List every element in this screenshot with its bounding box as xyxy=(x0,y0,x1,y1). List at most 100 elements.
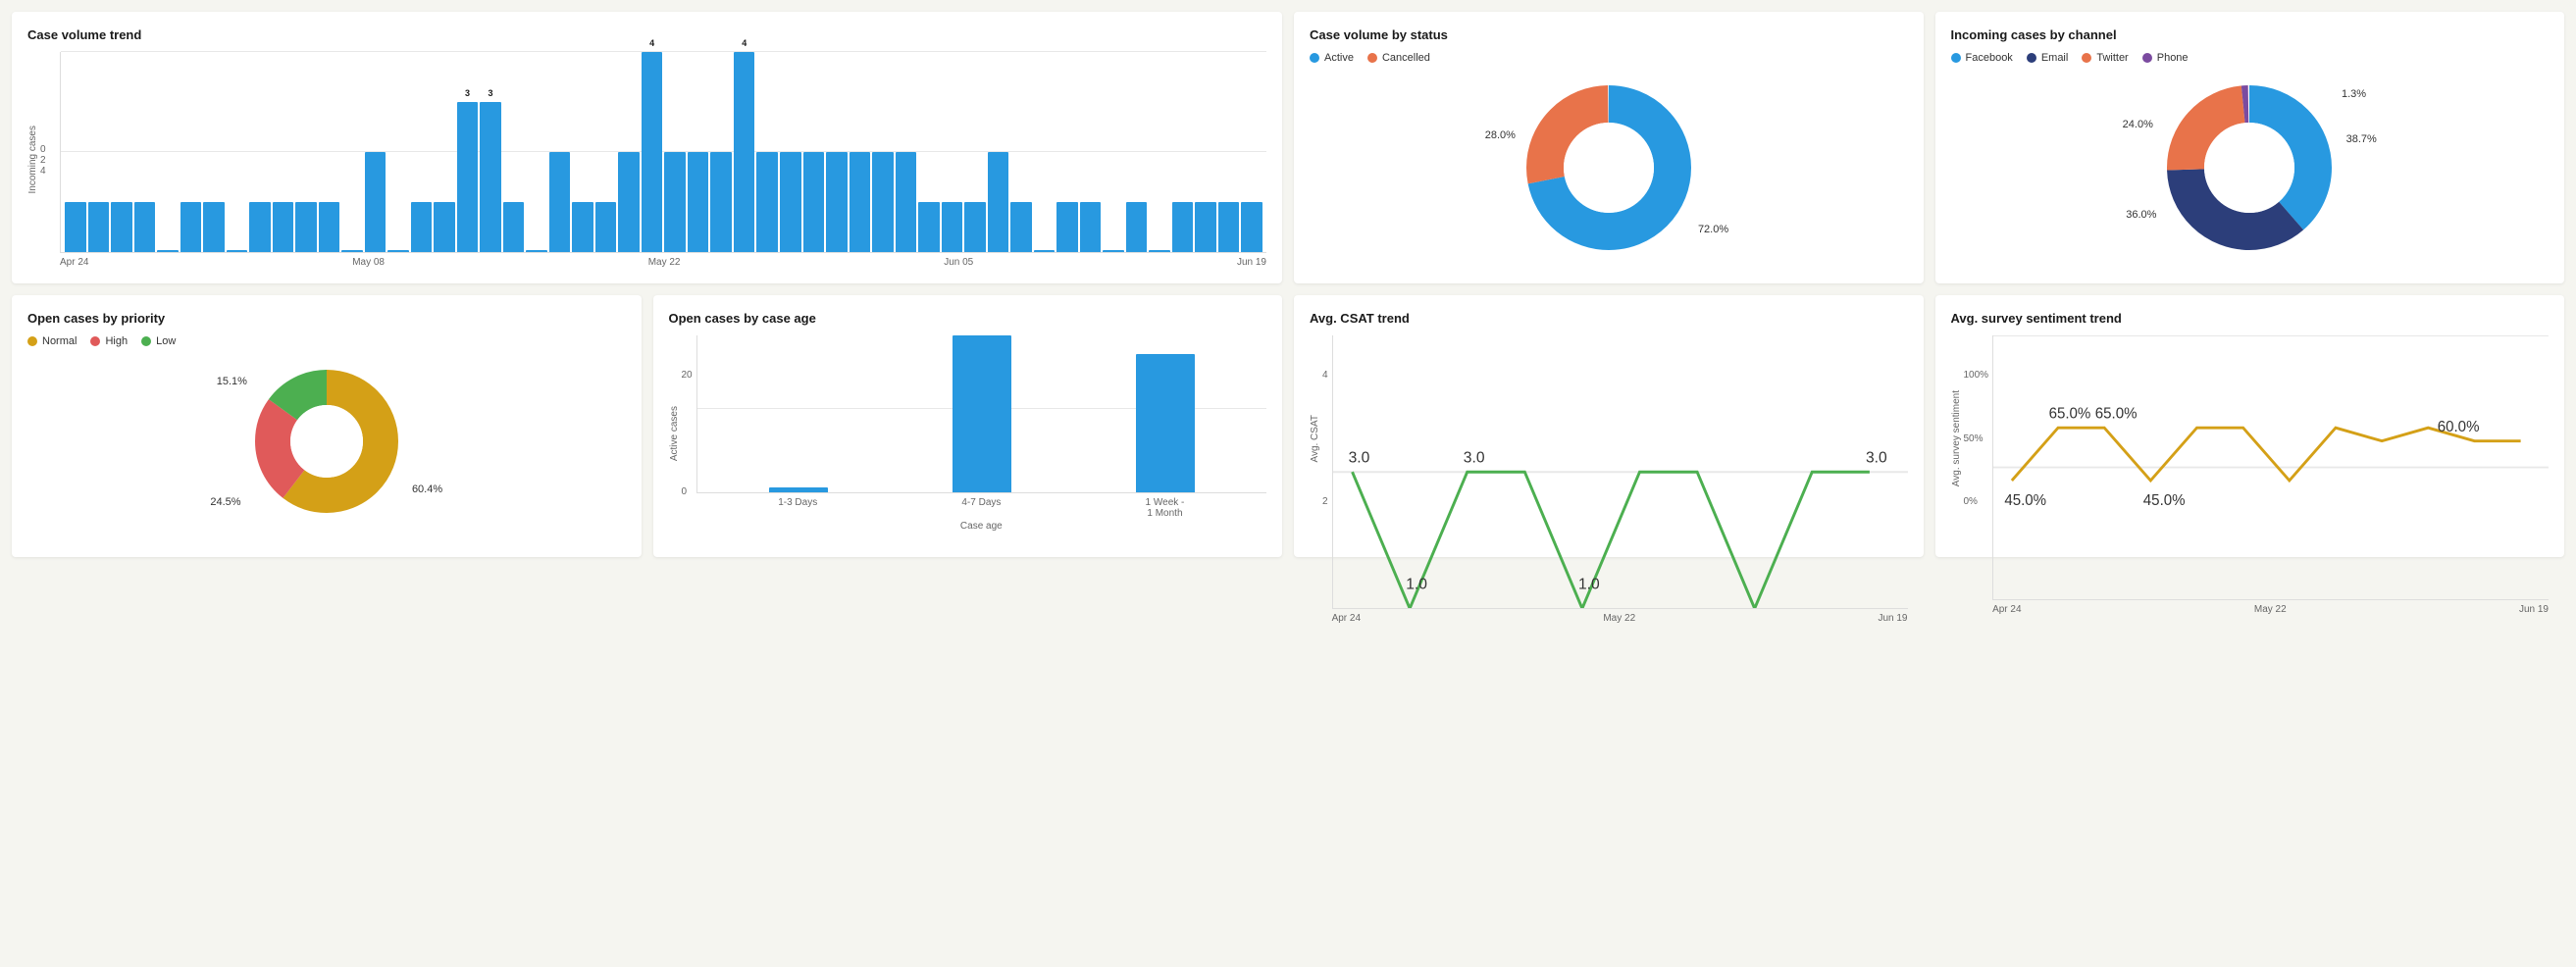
sentiment-y-axis: Avg. survey sentiment 0% 50% 100% xyxy=(1951,335,1993,541)
label-email-pct: 36.0% xyxy=(2126,209,2156,221)
volume-bar-35 xyxy=(872,152,894,252)
svg-text:3.0: 3.0 xyxy=(1348,449,1369,466)
status-donut-wrapper: 28.0% 72.0% xyxy=(1520,79,1697,261)
open-priority-card: Open cases by priority Normal High Low xyxy=(12,295,642,557)
volume-bar-19 xyxy=(503,202,525,252)
avg-csat-card: Avg. CSAT trend Avg. CSAT 2 4 xyxy=(1294,295,1924,557)
priority-donut-container: 15.1% 24.5% 60.4% xyxy=(27,355,626,532)
volume-bar-0 xyxy=(65,202,86,252)
channel-legend: Facebook Email Twitter Phone xyxy=(1951,52,2550,64)
legend-twitter: Twitter xyxy=(2082,52,2128,64)
volume-bar-40 xyxy=(988,152,1009,252)
priority-donut-svg xyxy=(248,363,405,520)
volume-bar-48 xyxy=(1172,202,1194,252)
volume-bar-38 xyxy=(942,202,963,252)
volume-bar-32 xyxy=(803,152,825,252)
sentiment-y-labels: 0% 50% 100% xyxy=(1964,370,1993,507)
legend-active: Active xyxy=(1310,52,1354,64)
label-cancelled-pct: 28.0% xyxy=(1485,129,1516,141)
legend-dot-email xyxy=(2027,53,2036,63)
status-legend: Active Cancelled xyxy=(1310,52,1908,64)
volume-bar-12 xyxy=(341,250,363,252)
dashboard: Case volume trend Incoming cases 4 2 0 3… xyxy=(12,12,2564,557)
status-donut-svg xyxy=(1520,79,1697,256)
volume-bar-28 xyxy=(710,152,732,252)
volume-bar-49 xyxy=(1195,202,1216,252)
volume-bar-29: 4 xyxy=(734,52,755,252)
csat-y-axis: Avg. CSAT 2 4 xyxy=(1310,335,1332,541)
svg-text:3.0: 3.0 xyxy=(1866,449,1887,466)
y-axis-title-age: Active cases xyxy=(669,406,680,461)
donut-hole-channel xyxy=(2204,123,2294,213)
case-volume-trend-title: Case volume trend xyxy=(27,27,1266,42)
volume-bar-31 xyxy=(780,152,801,252)
csat-chart-body: 3.0 1.0 3.0 1.0 3.0 Apr 24 May 22 Jun 19 xyxy=(1332,335,1908,541)
volume-bar-4 xyxy=(157,250,179,252)
volume-bar-5 xyxy=(180,202,202,252)
priority-legend: Normal High Low xyxy=(27,335,626,347)
label-low-pct: 15.1% xyxy=(217,376,247,387)
y-axis-title-csat: Avg. CSAT xyxy=(1310,415,1320,463)
sentiment-x-labels: Apr 24 May 22 Jun 19 xyxy=(1992,600,2549,615)
case-volume-status-card: Case volume by status Active Cancelled xyxy=(1294,12,1924,283)
label-phone-pct: 1.3% xyxy=(2342,88,2366,100)
volume-bar-15 xyxy=(411,202,433,252)
bar-1-3-days xyxy=(769,487,828,492)
legend-dot-normal xyxy=(27,336,37,346)
legend-low: Low xyxy=(141,335,176,347)
x-axis-labels-volume: Apr 24 May 08 May 22 Jun 05 Jun 19 xyxy=(60,253,1266,268)
case-volume-status-title: Case volume by status xyxy=(1310,27,1908,42)
volume-bar-18: 3 xyxy=(480,102,501,252)
channel-donut-container: 1.3% 38.7% 36.0% 24.0% xyxy=(1951,72,2550,268)
svg-text:1.0: 1.0 xyxy=(1578,576,1600,592)
legend-email: Email xyxy=(2027,52,2069,64)
volume-bar-47 xyxy=(1149,250,1170,252)
svg-text:1.0: 1.0 xyxy=(1406,576,1427,592)
volume-bar-3 xyxy=(134,202,156,252)
volume-bar-11 xyxy=(319,202,340,252)
volume-bar-17: 3 xyxy=(457,102,479,252)
channel-donut-svg xyxy=(2161,79,2338,256)
volume-bar-20 xyxy=(526,250,547,252)
legend-cancelled: Cancelled xyxy=(1367,52,1430,64)
label-normal-pct: 60.4% xyxy=(412,484,442,495)
case-volume-trend-chart: Incoming cases 4 2 0 3344 Apr 24 xyxy=(27,52,1266,268)
y-labels-age: 0 20 xyxy=(682,370,696,497)
volume-bar-45 xyxy=(1103,250,1124,252)
sentiment-chart-body: 45.0% 65.0% 65.0% 45.0% 60.0% Apr 24 May… xyxy=(1992,335,2549,541)
case-age-body: 1-3 Days 4-7 Days 1 Week - 1 Month Case … xyxy=(696,335,1266,532)
case-age-grid xyxy=(696,335,1266,493)
case-age-title: Open cases by case age xyxy=(669,311,1267,326)
csat-chart: Avg. CSAT 2 4 3.0 xyxy=(1310,335,1908,541)
status-donut-container: 28.0% 72.0% xyxy=(1310,72,1908,268)
legend-dot-cancelled xyxy=(1367,53,1377,63)
case-age-bars-row xyxy=(697,335,1266,492)
csat-line-svg: 3.0 1.0 3.0 1.0 3.0 xyxy=(1333,335,1908,608)
bar-4-7-days xyxy=(953,335,1011,492)
priority-donut-wrapper: 15.1% 24.5% 60.4% xyxy=(248,363,405,525)
legend-normal: Normal xyxy=(27,335,77,347)
x-axis-labels-age: 1-3 Days 4-7 Days 1 Week - 1 Month xyxy=(696,493,1266,519)
sentiment-chart-area: 45.0% 65.0% 65.0% 45.0% 60.0% xyxy=(1992,335,2549,600)
label-facebook-pct: 38.7% xyxy=(2346,133,2377,145)
volume-bar-41 xyxy=(1010,202,1032,252)
chart-body-volume: 3344 Apr 24 May 08 May 22 Jun 05 Jun 19 xyxy=(60,52,1266,268)
csat-x-labels: Apr 24 May 22 Jun 19 xyxy=(1332,609,1908,624)
volume-bar-21 xyxy=(549,152,571,252)
donut-hole-priority xyxy=(290,405,363,478)
svg-text:65.0%: 65.0% xyxy=(2095,405,2138,422)
volume-bar-26 xyxy=(664,152,686,252)
case-age-y-axis: Active cases 0 20 xyxy=(669,335,696,532)
volume-bar-42 xyxy=(1034,250,1056,252)
volume-bar-30 xyxy=(756,152,778,252)
volume-bar-10 xyxy=(295,202,317,252)
chart-grid-volume: 3344 xyxy=(60,52,1266,253)
avg-sentiment-card: Avg. survey sentiment trend Avg. survey … xyxy=(1935,295,2565,557)
volume-bar-8 xyxy=(249,202,271,252)
volume-bar-39 xyxy=(964,202,986,252)
volume-bar-44 xyxy=(1080,202,1102,252)
volume-bar-9 xyxy=(273,202,294,252)
svg-text:3.0: 3.0 xyxy=(1463,449,1484,466)
donut-hole-status xyxy=(1564,123,1654,213)
legend-dot-high xyxy=(90,336,100,346)
